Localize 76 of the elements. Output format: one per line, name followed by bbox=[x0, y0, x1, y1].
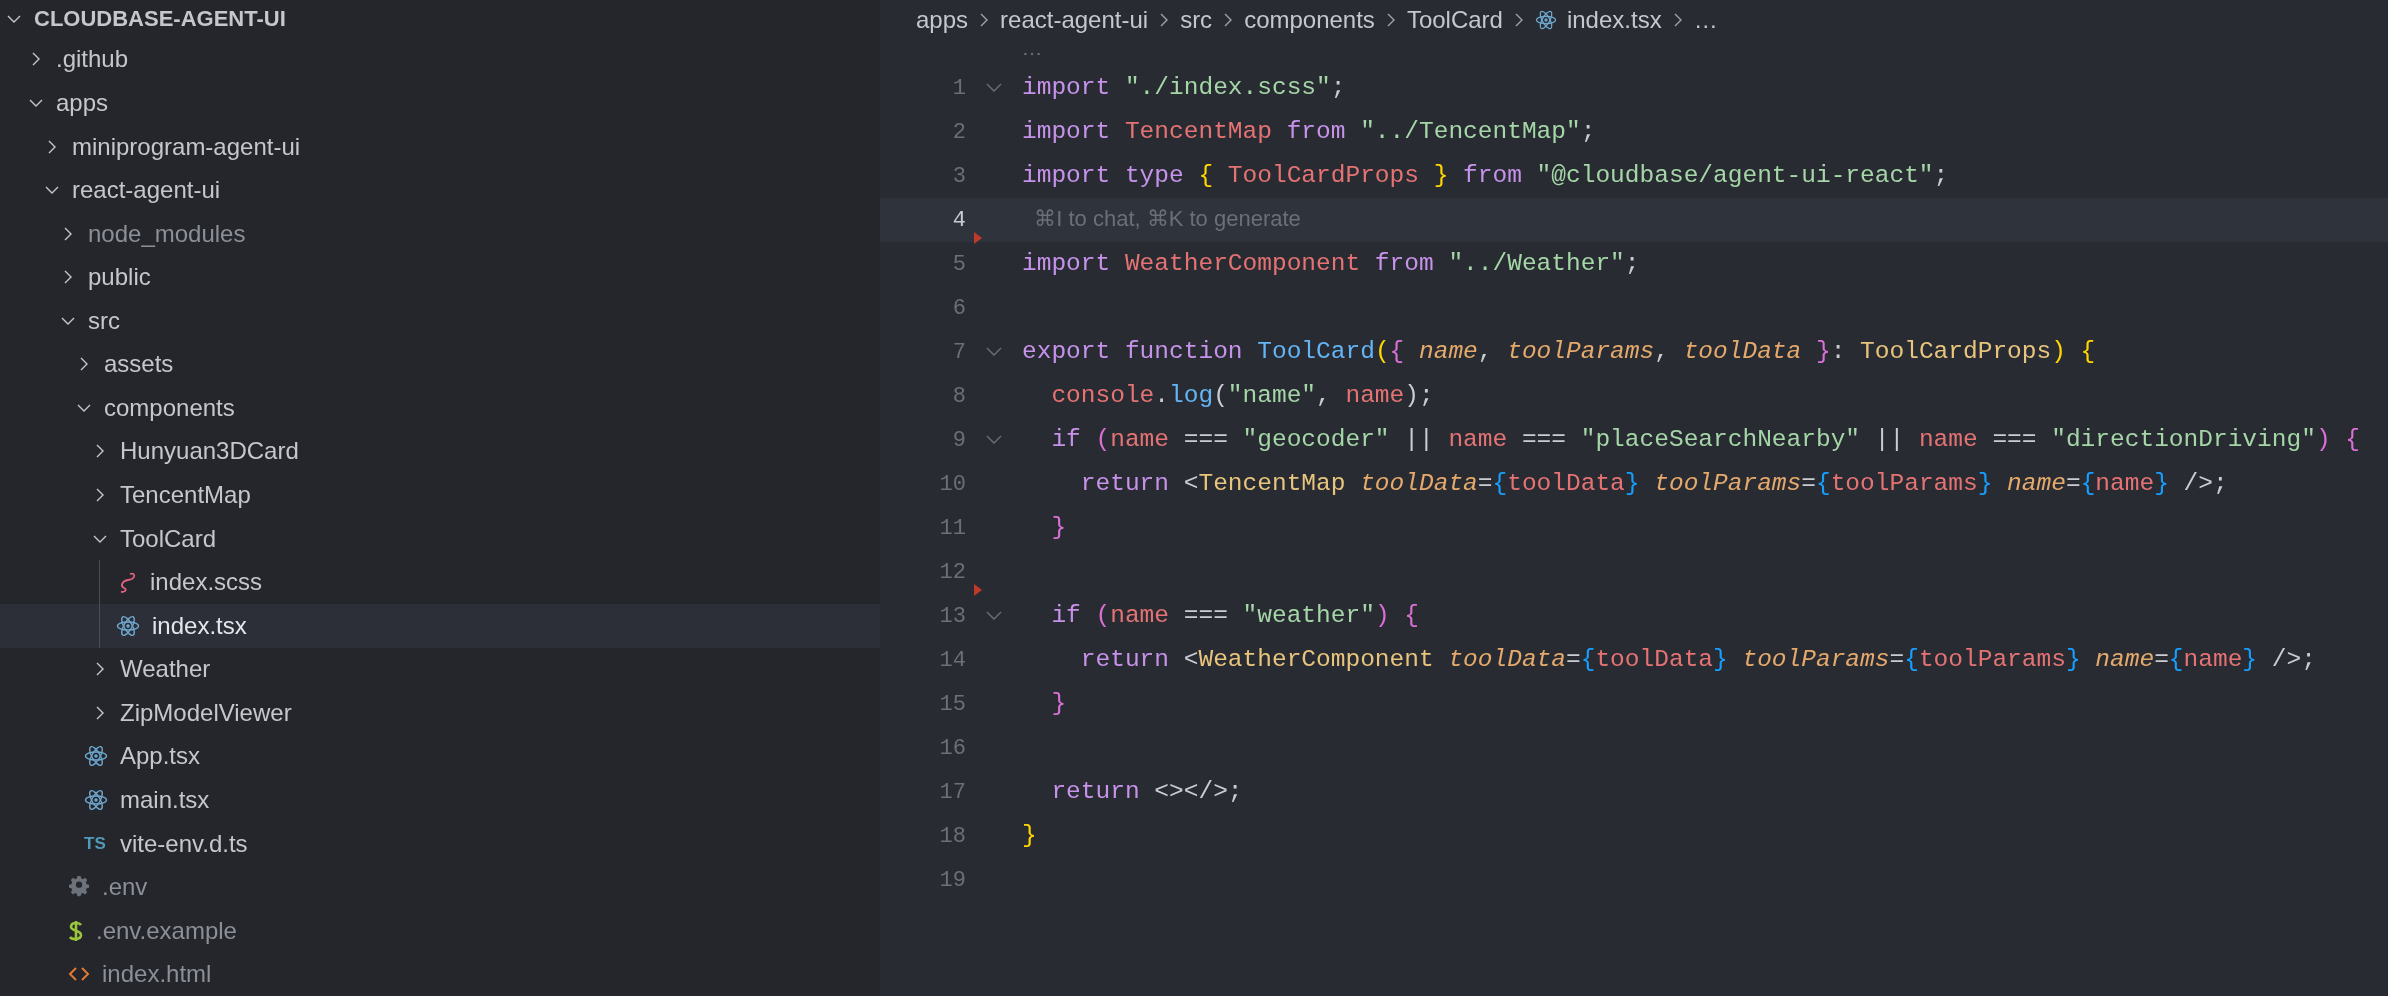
folder-item[interactable]: node_modules bbox=[0, 211, 880, 256]
dollar-icon bbox=[68, 918, 84, 943]
fold-chevron-icon[interactable] bbox=[986, 435, 1002, 445]
code-line: } bbox=[1050, 512, 1067, 543]
code-line: return <WeatherComponent toolData={toolData} toolParams={toolParams} name={name} />; bbox=[1079, 644, 2316, 675]
line-number: 13 bbox=[938, 602, 966, 631]
file-item[interactable]: .env bbox=[0, 865, 880, 909]
folder-item[interactable]: public bbox=[0, 255, 880, 299]
file-item[interactable]: TS vite-env.d.ts bbox=[0, 821, 880, 866]
line-number: 7 bbox=[951, 338, 966, 367]
atom-icon bbox=[84, 744, 108, 769]
fold-chevron-icon[interactable] bbox=[986, 347, 1002, 357]
breadcrumb-item[interactable]: src bbox=[1180, 2, 1213, 38]
line-number: 11 bbox=[938, 514, 966, 543]
line-number: 8 bbox=[951, 382, 966, 411]
file-type-label: TS bbox=[84, 832, 107, 855]
code-line: } bbox=[1022, 820, 1037, 851]
atom-icon bbox=[1534, 9, 1557, 31]
code-line: console.log("name", name); bbox=[1050, 380, 1434, 411]
folder-item[interactable]: react-agent-ui bbox=[0, 168, 880, 212]
code-line: return <></>; bbox=[1050, 776, 1243, 807]
file-item[interactable]: index.html bbox=[0, 952, 880, 996]
line-number: 17 bbox=[938, 778, 966, 807]
inline-hint: ⌘I to chat, ⌘K to generate bbox=[1033, 204, 1301, 233]
folder-item[interactable]: src bbox=[0, 299, 880, 343]
line-number: 15 bbox=[938, 690, 966, 719]
folder-item[interactable]: TencentMap bbox=[0, 473, 880, 517]
line-number: 6 bbox=[951, 294, 966, 323]
folder-item[interactable]: assets bbox=[0, 342, 880, 387]
explorer-header[interactable]: CLOUDBASE-AGENT-UI bbox=[0, 0, 880, 38]
code-line: } bbox=[1050, 688, 1067, 719]
breadcrumb-item[interactable]: apps bbox=[916, 2, 969, 38]
line-number: 3 bbox=[951, 162, 966, 191]
code-line: if (name === "weather") { bbox=[1050, 600, 1419, 631]
code-line: import type { ToolCardProps } from "@cloudbase/agent-ui-react"; bbox=[1022, 160, 1949, 191]
file-item[interactable]: App.tsx bbox=[0, 734, 880, 779]
code-line: return <TencentMap toolData={toolData} toolParams={toolParams} name={name} />; bbox=[1079, 468, 2228, 499]
folder-item[interactable]: .github bbox=[0, 37, 880, 82]
folder-item[interactable]: Hunyuan3DCard bbox=[0, 429, 880, 474]
folder-item[interactable]: apps bbox=[0, 81, 880, 125]
line-number: 2 bbox=[951, 118, 966, 147]
line-number: 19 bbox=[938, 866, 966, 895]
breadcrumb-item[interactable]: index.tsx bbox=[1566, 2, 1662, 38]
folder-item[interactable]: components bbox=[0, 386, 880, 430]
line-number: 9 bbox=[951, 426, 966, 455]
breadcrumb-item[interactable]: ToolCard bbox=[1406, 2, 1503, 38]
breadcrumb-item[interactable]: react-agent-ui bbox=[1000, 2, 1149, 38]
line-number: 4 bbox=[951, 206, 966, 235]
folder-item[interactable]: ToolCard bbox=[0, 516, 880, 561]
code-line: import WeatherComponent from "../Weather"; bbox=[1022, 248, 1640, 279]
folder-item[interactable]: Weather bbox=[0, 647, 880, 692]
file-item[interactable]: index.tsx bbox=[0, 603, 880, 648]
gear-icon bbox=[68, 876, 90, 899]
line-number: 18 bbox=[938, 822, 966, 851]
line-number: 5 bbox=[951, 250, 966, 279]
file-item[interactable]: main.tsx bbox=[0, 778, 880, 822]
fold-chevron-icon[interactable] bbox=[986, 83, 1002, 93]
breadcrumb-item[interactable]: components bbox=[1244, 2, 1375, 38]
atom-icon bbox=[116, 613, 140, 638]
line-number: 14 bbox=[938, 646, 966, 675]
code-line: import "./index.scss"; bbox=[1022, 72, 1346, 103]
file-item[interactable]: index.scss bbox=[0, 560, 880, 604]
atom-icon bbox=[84, 787, 108, 812]
code-line: import TencentMap from "../TencentMap"; bbox=[1022, 116, 1596, 147]
line-number: 16 bbox=[938, 734, 966, 763]
file-item[interactable]: .env.example bbox=[0, 908, 880, 953]
code-line: if (name === "geocoder" || name === "placeSearchNearby" || name === "directionDriving") { bbox=[1050, 424, 2360, 455]
folder-item[interactable]: miniprogram-agent-ui bbox=[0, 124, 880, 169]
line-number: 10 bbox=[938, 470, 966, 499]
line-number: 12 bbox=[938, 558, 966, 587]
project-title: CLOUDBASE-AGENT-UI bbox=[34, 5, 286, 34]
code-line: export function ToolCard({ name, toolParams, toolData }: ToolCardProps) { bbox=[1022, 336, 2096, 367]
line-number: 1 bbox=[951, 74, 966, 103]
folder-item[interactable]: ZipModelViewer bbox=[0, 691, 880, 735]
breadcrumb-item[interactable]: … bbox=[1693, 2, 1718, 38]
fold-chevron-icon[interactable] bbox=[986, 611, 1002, 621]
